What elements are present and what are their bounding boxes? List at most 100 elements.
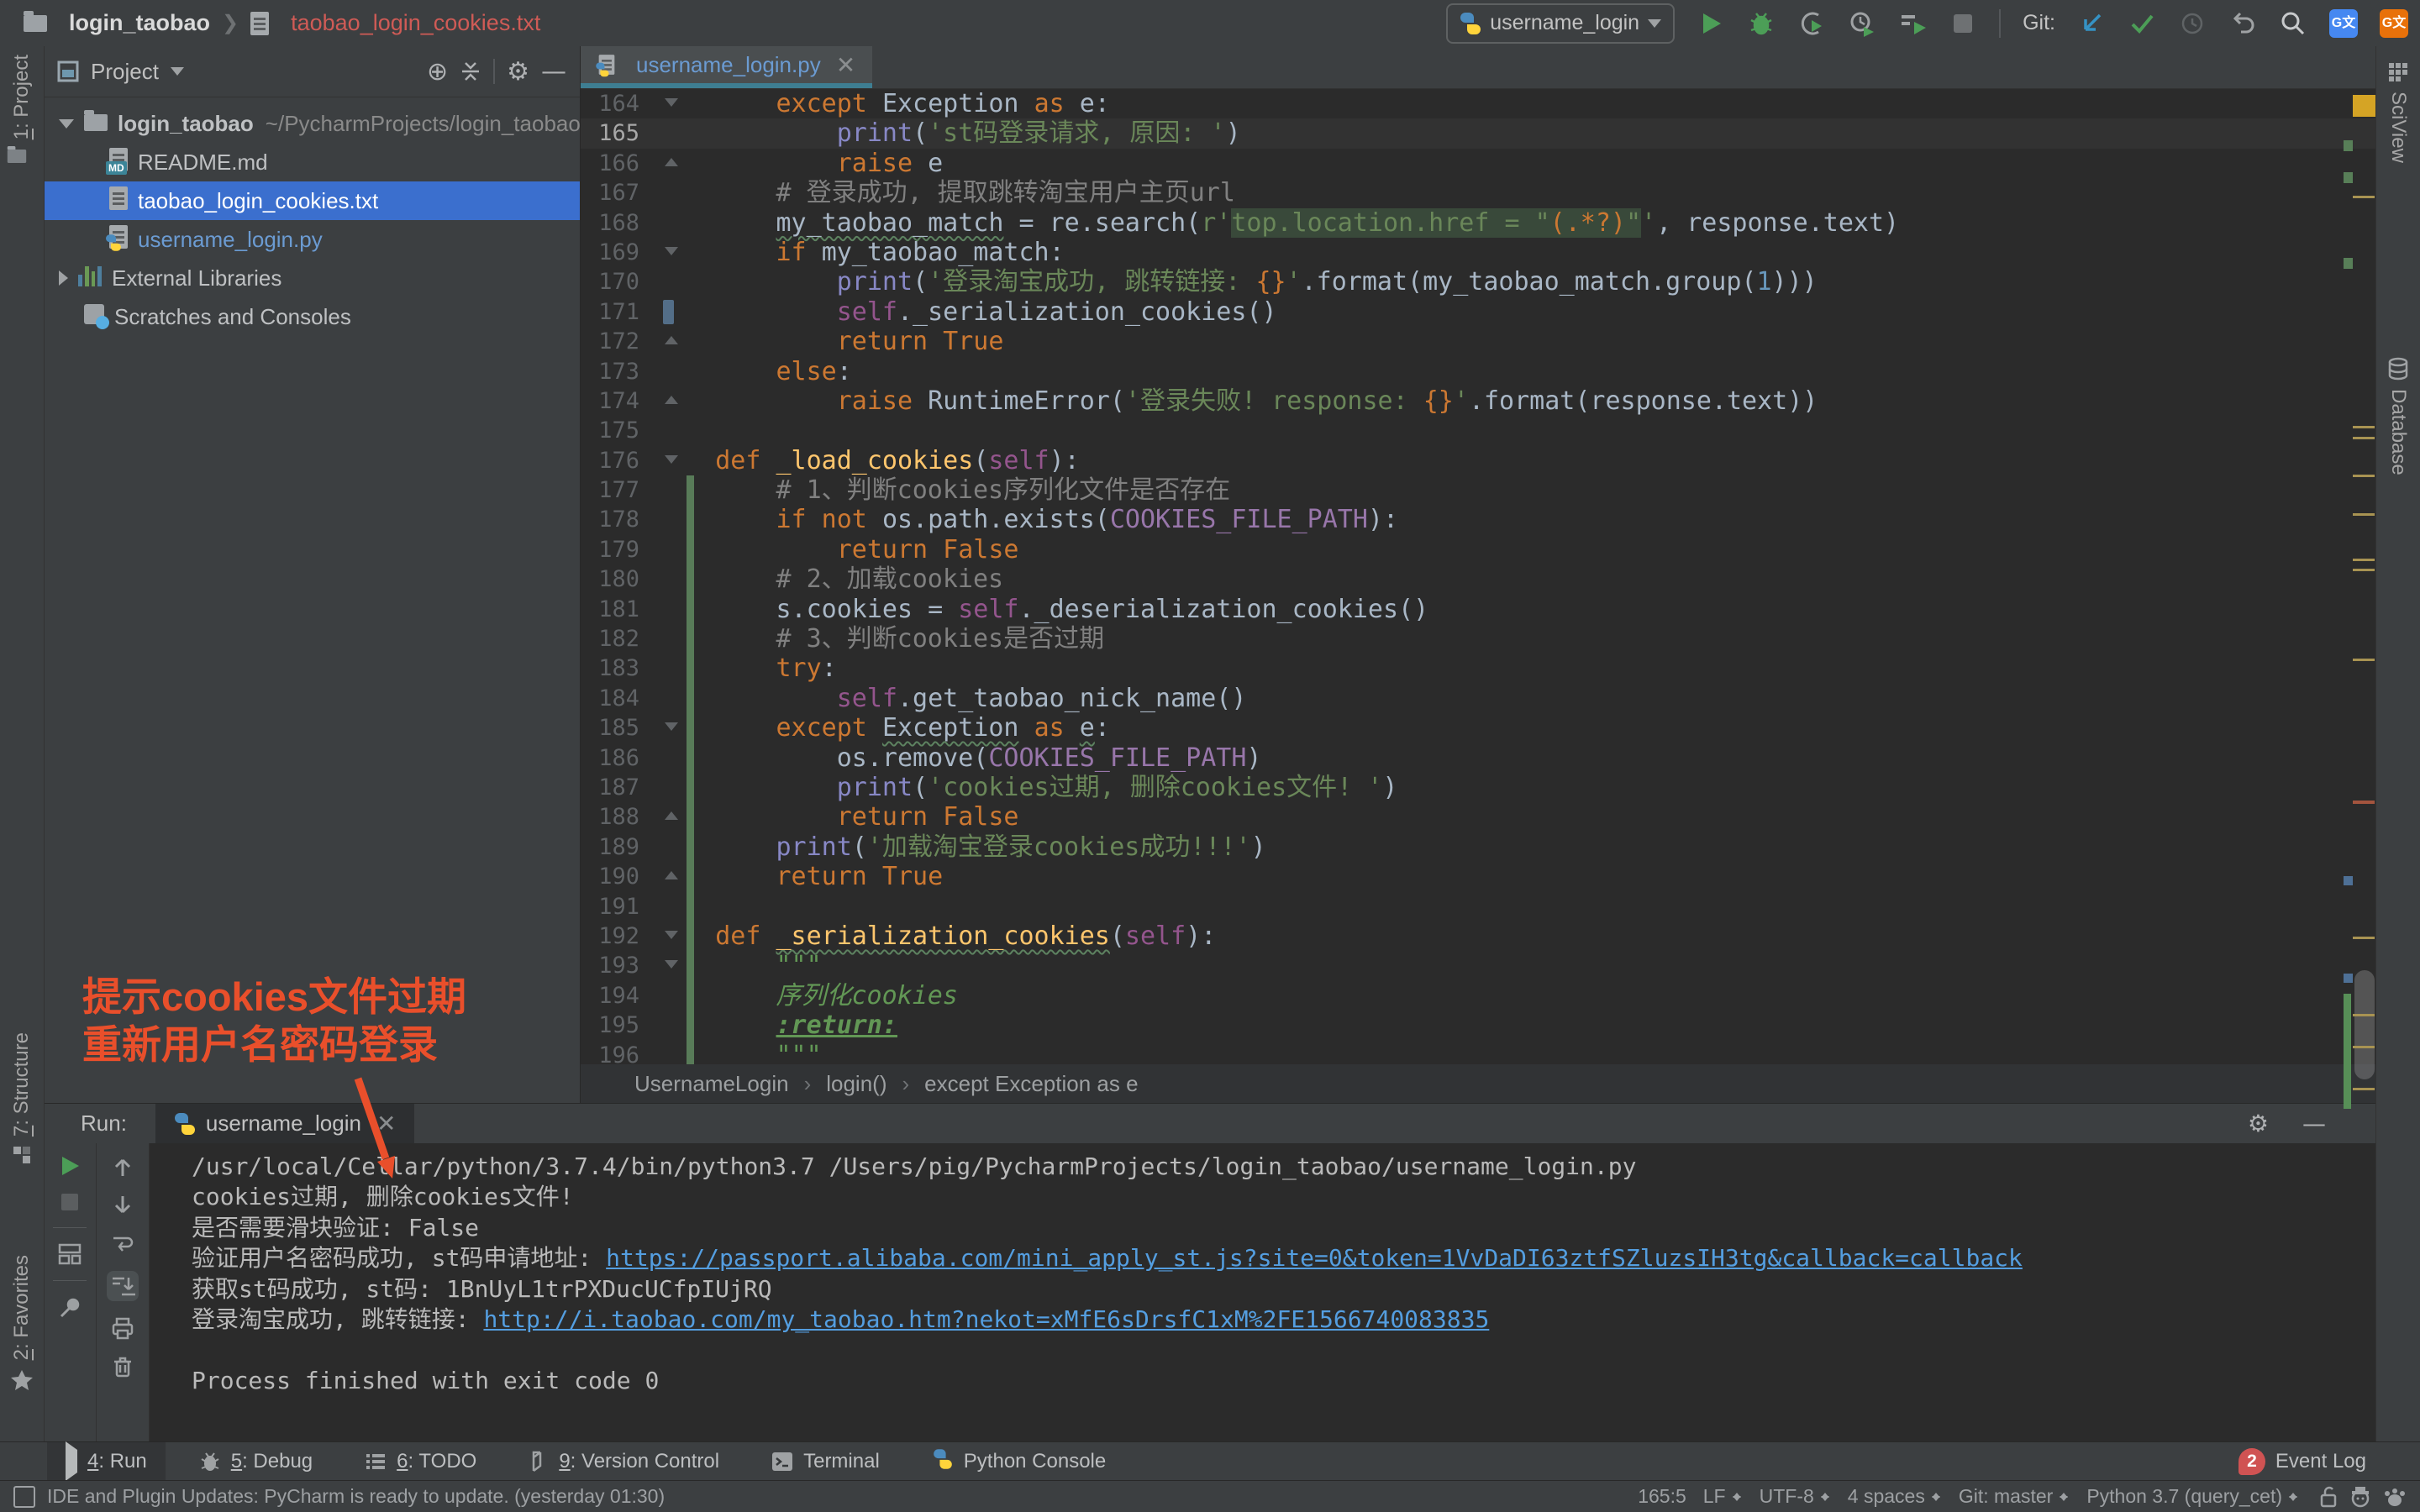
toolwindow-button-python-console[interactable]: Python Console [913,1442,1124,1481]
face-plugin-icon[interactable] [2349,1486,2371,1508]
gear-icon[interactable]: ⚙ [507,57,529,87]
coverage-button[interactable] [1797,9,1826,38]
line-number[interactable]: 178 [581,505,639,534]
rerun-button[interactable] [59,1155,81,1177]
code-line[interactable]: 165 print('st码登录请求, 原因: ') [581,118,2376,148]
code-line[interactable]: 184 self.get_taobao_nick_name() [581,684,2376,713]
toolwindow-button--todo[interactable]: 6: TODO [346,1442,495,1481]
stripe-mark-thumb[interactable] [2354,970,2375,1079]
code-line[interactable]: 166 raise e [581,149,2376,178]
status-item-165-5[interactable]: 165:5 [1629,1485,1695,1508]
line-number[interactable]: 174 [581,386,639,416]
toolwindow-button--version-control[interactable]: 9: Version Control [510,1442,738,1481]
event-log-button[interactable]: 2 Event Log [2238,1448,2366,1475]
stop-button[interactable] [60,1192,80,1212]
console-link[interactable]: http://i.taobao.com/my_taobao.htm?nekot=… [483,1305,1489,1333]
debug-button[interactable] [1747,9,1776,38]
line-number[interactable]: 186 [581,743,639,773]
code-line[interactable]: 176 def _load_cookies(self): [581,446,2376,475]
file-breadcrumb[interactable]: taobao_login_cookies.txt [291,10,540,36]
line-number[interactable]: 172 [581,327,639,356]
line-number[interactable]: 175 [581,416,639,445]
hide-panel-icon[interactable]: — [541,57,566,87]
code-line[interactable]: 173 else: [581,357,2376,386]
toolwindow-button--run[interactable]: 4: Run [47,1442,166,1481]
line-number[interactable]: 166 [581,149,639,178]
line-number[interactable]: 185 [581,713,639,743]
code-line[interactable]: 187 print('cookies过期, 删除cookies文件! ') [581,773,2376,802]
breadcrumb-class[interactable]: UsernameLogin [634,1071,789,1097]
code-line[interactable]: 183 try: [581,654,2376,683]
tree-item-readme-md[interactable]: MDREADME.md [44,143,580,181]
error-stripe[interactable] [2328,46,2376,1064]
line-number[interactable]: 184 [581,684,639,713]
line-number[interactable]: 187 [581,773,639,802]
status-item-lf[interactable]: LF [1695,1485,1751,1508]
code-line[interactable]: 169 if my_taobao_match: [581,238,2376,267]
editor-tab[interactable]: username_login.py ✕ [581,46,872,88]
print-button[interactable] [110,1316,135,1340]
down-stack-trace-button[interactable] [111,1194,134,1217]
line-number[interactable]: 169 [581,238,639,267]
line-number[interactable]: 164 [581,89,639,118]
code-line[interactable]: 190 return True [581,862,2376,891]
project-breadcrumb[interactable]: login_taobao [69,10,210,36]
line-number[interactable]: 182 [581,624,639,654]
tree-toggle-icon[interactable] [59,119,74,129]
line-number[interactable]: 181 [581,595,639,624]
line-number[interactable]: 171 [581,297,639,327]
code-line[interactable]: 181 s.cookies = self._deserialization_co… [581,595,2376,624]
line-number[interactable]: 165 [581,118,639,148]
line-number[interactable]: 180 [581,564,639,594]
code-line[interactable]: 193 """ [581,951,2376,980]
code-line[interactable]: 172 return True [581,327,2376,356]
git-update-button[interactable] [2077,9,2106,38]
line-number[interactable]: 196 [581,1041,639,1065]
locate-file-icon[interactable]: ⊕ [427,57,448,87]
code-line[interactable]: 180 # 2、加载cookies [581,564,2376,594]
settings-gear-icon[interactable]: ⚙ [2248,1110,2269,1137]
line-number[interactable]: 173 [581,357,639,386]
collapse-all-icon[interactable] [460,60,481,82]
tree-toggle-icon[interactable] [59,270,68,286]
line-number[interactable]: 170 [581,267,639,297]
console-link[interactable]: https://passport.alibaba.com/mini_apply_… [606,1244,2023,1272]
code-line[interactable]: 182 # 3、判断cookies是否过期 [581,624,2376,654]
close-tab-icon[interactable]: ✕ [836,51,855,79]
line-number[interactable]: 191 [581,892,639,921]
code-line[interactable]: 196 """ [581,1041,2376,1065]
code-line[interactable]: 186 os.remove(COOKIES_FILE_PATH) [581,743,2376,773]
translate-plugin-alt-icon[interactable]: G文 [2380,9,2408,38]
stop-button[interactable] [1949,9,1977,38]
line-number[interactable]: 194 [581,981,639,1011]
rollback-button[interactable] [2228,9,2257,38]
project-panel-title[interactable]: Project [91,59,159,85]
git-commit-button[interactable] [2128,9,2156,38]
code-line[interactable]: 185 except Exception as e: [581,713,2376,743]
status-item-python-3-7-query-cet-[interactable]: Python 3.7 (query_cet) [2078,1485,2307,1508]
run-button[interactable] [1697,9,1725,38]
tree-item-login-taobao[interactable]: login_taobao~/PycharmProjects/login_taob… [44,104,580,143]
hide-panel-icon[interactable]: — [2302,1110,2326,1137]
code-line[interactable]: 191 [581,892,2376,921]
code-line[interactable]: 178 if not os.path.exists(COOKIES_FILE_P… [581,505,2376,534]
code-line[interactable]: 192 def _serialization_cookies(self): [581,921,2376,951]
code-line[interactable]: 167 # 登录成功, 提取跳转淘宝用户主页url [581,178,2376,207]
run-console[interactable]: /usr/local/Cellar/python/3.7.4/bin/pytho… [150,1143,2376,1443]
profiler-button[interactable] [1848,9,1876,38]
tree-item-username-login-py[interactable]: username_login.py [44,220,580,259]
code-line[interactable]: 171 self._serialization_cookies() [581,297,2376,327]
status-item-git-master[interactable]: Git: master [1950,1485,2078,1508]
line-number[interactable]: 188 [581,802,639,832]
status-item-4-spaces[interactable]: 4 spaces [1839,1485,1950,1508]
line-number[interactable]: 183 [581,654,639,683]
breadcrumb-block[interactable]: except Exception as e [924,1071,1138,1097]
tree-item-external-libraries[interactable]: External Libraries [44,259,580,297]
tree-item-scratches-and-consoles[interactable]: Scratches and Consoles [44,297,580,336]
code-line[interactable]: 195 :return: [581,1011,2376,1040]
toolwindow-favorites-button[interactable]: 2: Favorites [0,1255,44,1392]
pin-tab-button[interactable] [58,1296,82,1320]
toolwindow-structure-button[interactable]: 7: Structure [0,1032,44,1165]
translate-plugin-icon[interactable]: G文 [2329,9,2358,38]
toolwindow-button--debug[interactable]: 5: Debug [181,1442,331,1481]
